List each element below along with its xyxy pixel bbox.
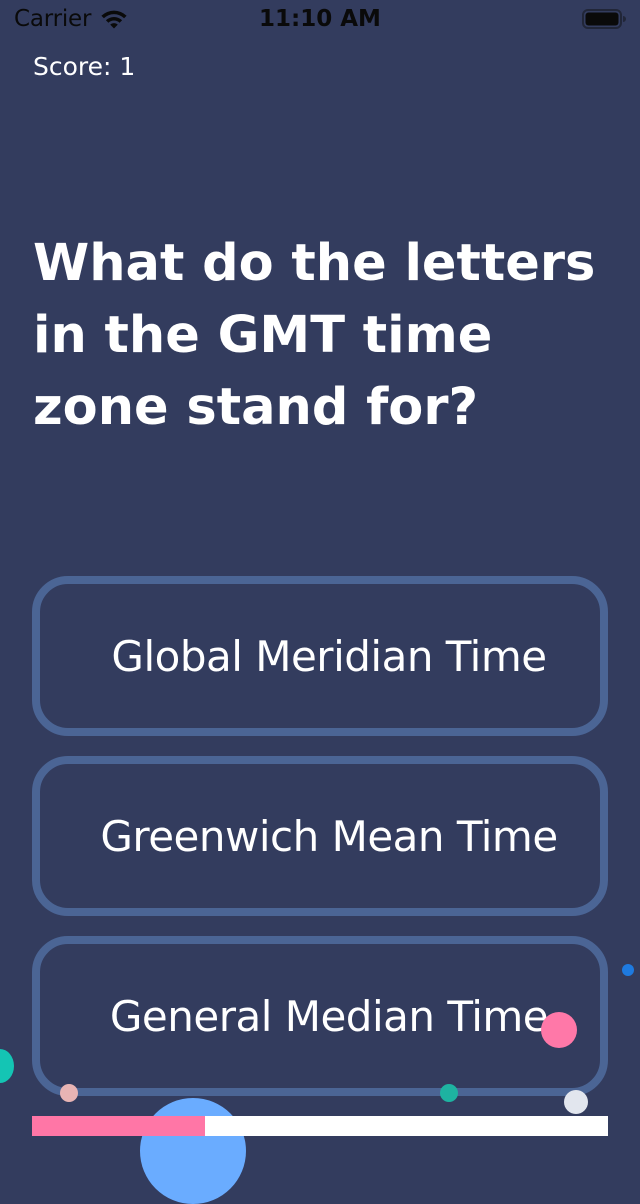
status-bar: Carrier 11:10 AM bbox=[0, 0, 640, 40]
progress-fill bbox=[32, 1116, 205, 1136]
answer-label-1: Global Meridian Time bbox=[111, 631, 547, 681]
answer-label-2: Greenwich Mean Time bbox=[100, 811, 558, 861]
status-time: 11:10 AM bbox=[259, 6, 381, 32]
battery-icon bbox=[582, 9, 626, 29]
answer-label-3: General Median Time bbox=[109, 991, 549, 1041]
question-text: What do the letters in the GMT time zone… bbox=[33, 234, 596, 437]
score-label: Score: 1 bbox=[33, 52, 136, 81]
confetti-dot bbox=[140, 1098, 246, 1204]
answer-button-1[interactable]: Global Meridian Time bbox=[32, 576, 608, 736]
confetti-dot bbox=[622, 964, 634, 976]
confetti-dot bbox=[60, 1084, 78, 1102]
answer-button-2[interactable]: Greenwich Mean Time bbox=[32, 756, 608, 916]
answer-button-3[interactable]: General Median Time bbox=[32, 936, 608, 1096]
confetti-dot bbox=[440, 1084, 458, 1102]
confetti-dot bbox=[541, 1012, 577, 1048]
confetti-dot bbox=[564, 1090, 588, 1114]
confetti-dot bbox=[0, 1049, 14, 1083]
progress-bar bbox=[32, 1116, 608, 1136]
